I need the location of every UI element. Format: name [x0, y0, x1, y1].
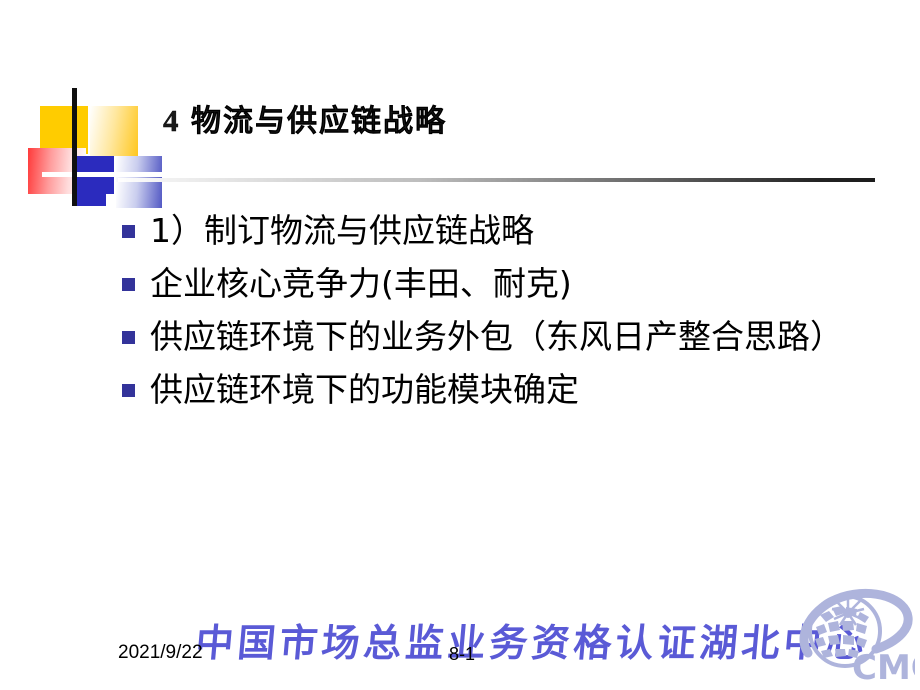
- bullet-text: 企业核心竞争力(丰田、耐克): [150, 264, 572, 303]
- cmo-logo-text: CMO: [852, 648, 915, 687]
- footer-date: 2021/9/22: [118, 642, 203, 663]
- list-item: 1）制订物流与供应链战略: [122, 205, 892, 256]
- bullet-square-icon: [122, 384, 135, 397]
- title-divider-rule: [118, 178, 875, 182]
- bullet-square-icon: [122, 331, 135, 344]
- cmo-globe-icon: CMO: [799, 589, 915, 687]
- bullet-list: 1）制订物流与供应链战略 企业核心竞争力(丰田、耐克) 供应链环境下的业务外包（…: [122, 205, 892, 417]
- bullet-text: 供应链环境下的业务外包（东风日产整合思路）: [150, 317, 843, 356]
- list-item: 企业核心竞争力(丰田、耐克): [122, 258, 892, 309]
- list-item: 供应链环境下的功能模块确定: [122, 364, 892, 415]
- ornament-vertical-bar: [72, 88, 77, 206]
- watermark-text: 中国市场总监业务资格认证湖北中心: [193, 621, 870, 665]
- bullet-text: 供应链环境下的功能模块确定: [150, 370, 579, 409]
- footer-page-number: 8-1: [449, 644, 476, 664]
- slide-title-spacer: [179, 104, 191, 139]
- ornament-white-slot: [42, 172, 162, 177]
- slide-title-text: 物流与供应链战略: [190, 104, 447, 139]
- ornament-yellow-gradient-square: [90, 106, 138, 156]
- list-item: 供应链环境下的业务外包（东风日产整合思路）: [122, 311, 892, 362]
- presentation-slide: 4 物流与供应链战略 1）制订物流与供应链战略 企业核心竞争力(丰田、耐克) 供…: [0, 0, 920, 690]
- ornament-blue-small-square: [76, 182, 106, 206]
- slide-title: 4 物流与供应链战略: [163, 96, 447, 140]
- slide-title-number: 4: [163, 103, 179, 138]
- decorative-blocks-ornament: [28, 88, 162, 208]
- bullet-square-icon: [122, 278, 135, 291]
- cmo-logo: CMO: [790, 583, 915, 687]
- bullet-text: 1）制订物流与供应链战略: [150, 211, 534, 250]
- ornament-yellow-square: [40, 106, 88, 154]
- bullet-square-icon: [122, 225, 135, 238]
